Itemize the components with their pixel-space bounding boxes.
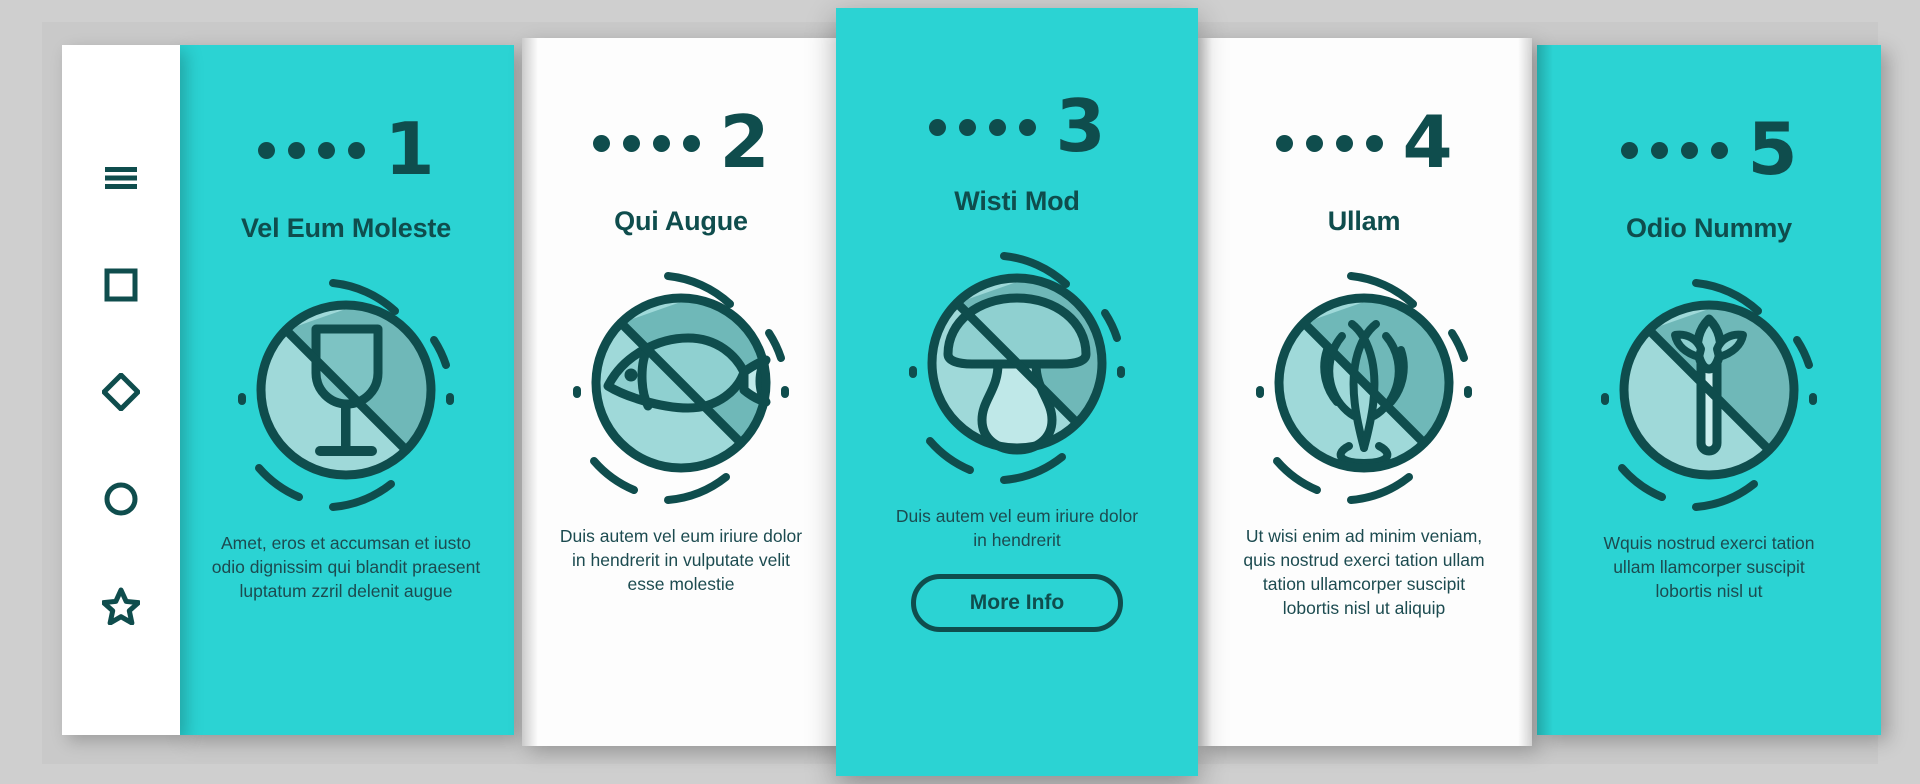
step-indicator-2: 2 <box>593 100 770 185</box>
menu-icon <box>104 165 138 191</box>
card-body-text: Duis autem vel eum iriure dolor in hendr… <box>559 526 803 595</box>
step-indicator-1: 1 <box>258 107 435 192</box>
card-shadow-left <box>522 38 538 746</box>
step-dot <box>1711 141 1729 159</box>
step-dot <box>653 134 671 152</box>
step-dot <box>1306 134 1324 152</box>
no-mushroom-icon <box>887 235 1147 490</box>
step-dot <box>1336 134 1354 152</box>
onboarding-card-2[interactable]: 2 Qui Augue Duis autem vel eum iriure do… <box>522 38 840 746</box>
step-dot <box>348 141 366 159</box>
sidebar-item-star[interactable] <box>100 585 142 627</box>
step-indicator-3: 3 <box>929 84 1106 169</box>
sidebar-item-circle[interactable] <box>100 478 142 520</box>
step-dot <box>1366 134 1384 152</box>
no-fish-icon <box>551 255 811 510</box>
step-dot <box>989 118 1007 136</box>
step-dot <box>288 141 306 159</box>
diamond-icon <box>102 373 140 411</box>
onboarding-card-5[interactable]: 5 Odio Nummy Wquis nostrud exerci tation… <box>1537 45 1881 735</box>
step-dot <box>1019 118 1037 136</box>
card-title: Wisti Mod <box>954 186 1080 216</box>
onboarding-card-1[interactable]: 1 Vel Eum Moleste Amet, eros et accumsan… <box>178 45 514 735</box>
step-dot <box>258 141 276 159</box>
card-body-text: Wquis nostrud exerci tation ullam llamco… <box>1603 533 1815 602</box>
step-indicator-5: 5 <box>1621 107 1798 192</box>
star-icon <box>102 587 140 625</box>
card-title: Ullam <box>1327 206 1401 236</box>
step-indicator-4: 4 <box>1276 100 1453 185</box>
sidebar-item-square[interactable] <box>100 264 142 306</box>
onboarding-card-4[interactable]: 4 Ullam Ut wisi enim ad minim veniam, qu… <box>1196 38 1532 746</box>
sidebar <box>62 45 180 735</box>
onboarding-card-3[interactable]: 3 Wisti Mod Duis autem vel eum iriure do… <box>836 8 1198 776</box>
card-body-text: Duis autem vel eum iriure dolor in hendr… <box>895 506 1139 551</box>
no-seafood-icon <box>1234 255 1494 510</box>
step-dot <box>593 134 611 152</box>
step-dot <box>1681 141 1699 159</box>
card-body-text: Ut wisi enim ad minim veniam, quis nostr… <box>1243 526 1485 619</box>
card-shadow-left <box>1537 45 1553 735</box>
step-number: 5 <box>1747 107 1797 192</box>
square-icon <box>104 268 138 302</box>
circle-icon <box>103 481 139 517</box>
card-title: Vel Eum Moleste <box>240 213 452 243</box>
card-body-text: Amet, eros et accumsan et iusto odio dig… <box>211 533 481 602</box>
step-dot <box>623 134 641 152</box>
no-asparagus-icon <box>1579 262 1839 517</box>
sidebar-item-menu[interactable] <box>100 157 142 199</box>
sidebar-item-diamond[interactable] <box>100 371 142 413</box>
step-number: 2 <box>719 100 769 185</box>
card-title: Qui Augue <box>614 206 748 236</box>
card-shadow-right <box>1518 38 1532 746</box>
card-title: Odio Nummy <box>1625 213 1792 243</box>
step-dot <box>929 118 947 136</box>
step-number: 4 <box>1402 100 1452 185</box>
onboarding-screens-mockup: 1 Vel Eum Moleste Amet, eros et accumsan… <box>0 0 1920 784</box>
step-dot <box>959 118 977 136</box>
step-dot <box>318 141 336 159</box>
step-number: 3 <box>1055 84 1105 169</box>
step-dot <box>683 134 701 152</box>
no-alcohol-icon <box>216 262 476 517</box>
sidebar-item-list <box>62 157 180 627</box>
step-dot <box>1651 141 1669 159</box>
step-dot <box>1276 134 1294 152</box>
step-number: 1 <box>384 107 434 192</box>
more-info-button[interactable]: More Info <box>911 574 1123 633</box>
card-shadow-left <box>1196 38 1212 746</box>
step-dot <box>1621 141 1639 159</box>
